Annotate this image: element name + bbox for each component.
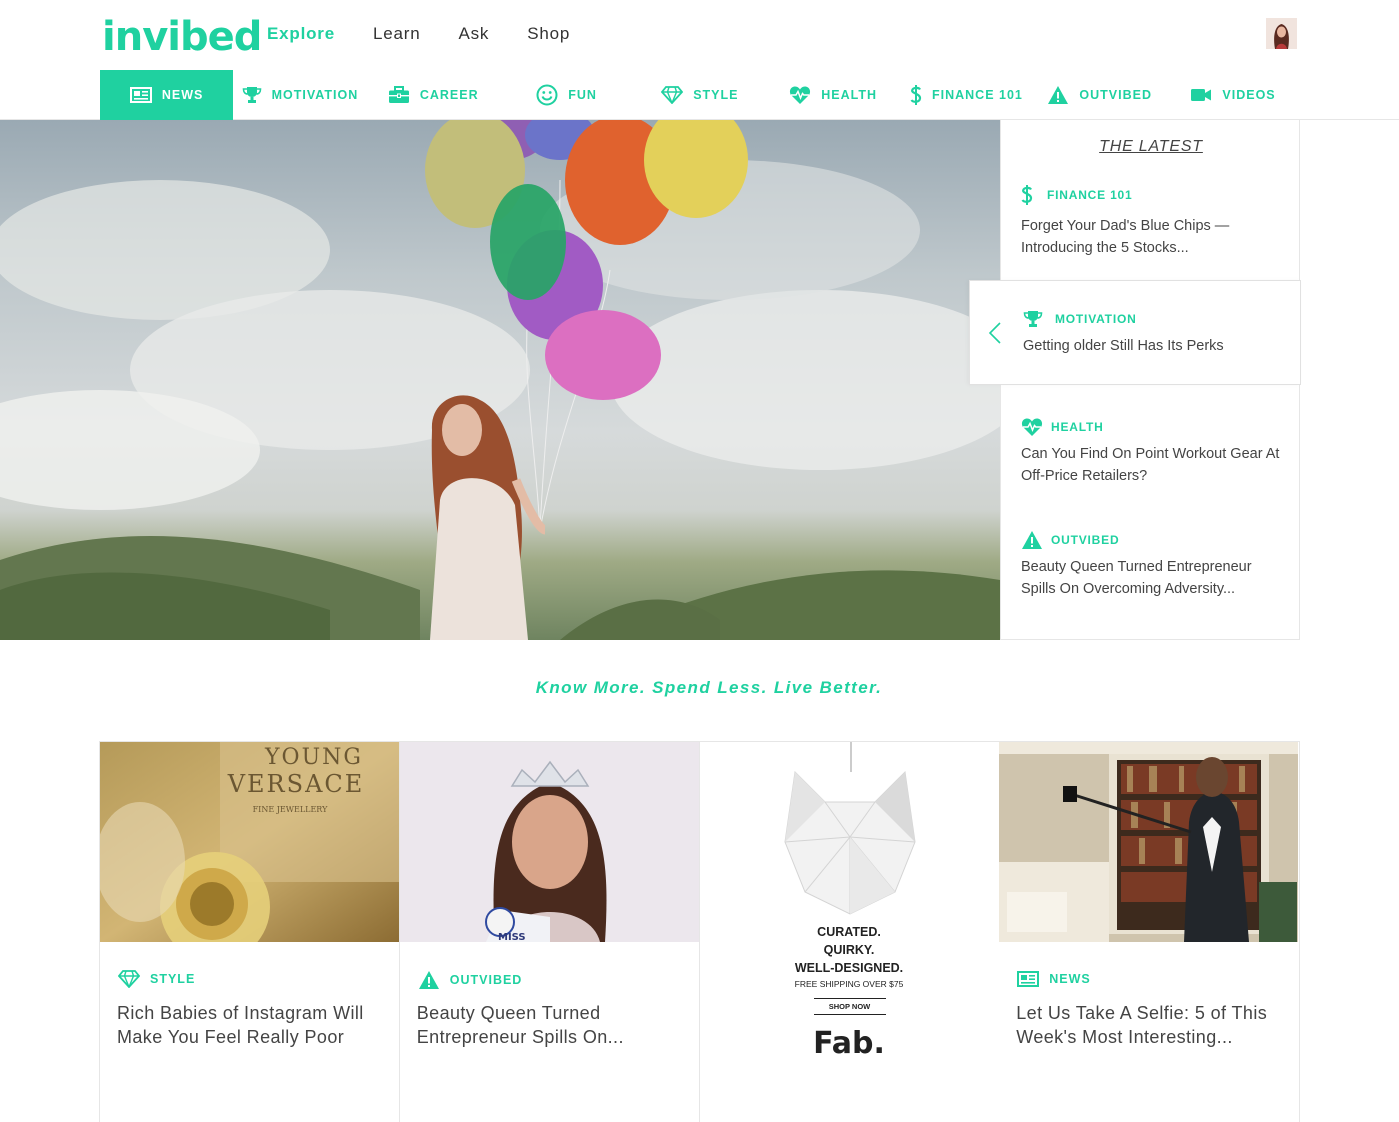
category-label: CAREER [419,88,479,102]
category-career[interactable]: CAREER [367,70,500,120]
ad-headline: QUIRKY. [823,943,875,957]
article-cards: YOUNG VERSACE FINE JEWELLERY STYLE Rich … [99,741,1300,1122]
heart-pulse-icon [790,86,811,104]
ad-shipping: FREE SHIPPING OVER $75 [794,979,904,989]
category-outvibed[interactable]: OUTVIBED [1033,70,1166,120]
article-image[interactable] [999,742,1299,942]
user-avatar[interactable] [1266,18,1297,49]
site-header: invibed Explore Learn Ask Shop NEWS MOTI… [0,0,1399,120]
chevron-left-icon[interactable] [988,321,1002,345]
diamond-icon [661,86,684,104]
latest-item[interactable]: OUTVIBED Beauty Queen Turned Entrepreneu… [1021,530,1286,600]
category-label: HEALTH [821,88,878,102]
category-label: MOTIVATION [271,88,359,102]
video-camera-icon [1191,89,1212,101]
image-text: VERSACE [227,770,365,798]
latest-title: THE LATEST [1099,138,1203,155]
latest-item-category: HEALTH [1051,420,1104,434]
category-label: FUN [568,88,597,102]
article-image[interactable]: YOUNG VERSACE FINE JEWELLERY [100,742,399,942]
card-title[interactable]: Beauty Queen Turned Entrepreneur Spills … [417,1001,689,1049]
advertisement[interactable]: CURATED. QUIRKY. WELL-DESIGNED. FREE SHI… [699,742,1000,1122]
hero-image[interactable] [0,120,1000,640]
category-videos[interactable]: VIDEOS [1166,70,1299,120]
category-label: NEWS [161,88,204,102]
image-text: MISS [498,932,526,942]
site-logo[interactable]: invibed [102,14,262,60]
newspaper-icon [129,87,152,103]
latest-item-title: Getting older Still Has Its Perks [1023,338,1224,354]
warning-icon [418,971,439,989]
article-card[interactable]: YOUNG VERSACE FINE JEWELLERY STYLE Rich … [100,742,400,1122]
latest-item-active[interactable]: MOTIVATION Getting older Still Has Its P… [969,280,1301,385]
geometric-cat-head-image [783,742,916,915]
trophy-icon [242,87,261,103]
article-card[interactable]: MISS OUTVIBED Beauty Queen Turned Entrep… [399,742,700,1122]
category-label: FINANCE 101 [931,88,1023,102]
card-title[interactable]: Rich Babies of Instagram Will Make You F… [117,1001,389,1049]
article-image[interactable]: MISS [399,742,699,942]
latest-item-category: OUTVIBED [1051,533,1120,547]
ad-headline: WELL-DESIGNED. [794,961,904,975]
category-news[interactable]: NEWS [100,70,234,120]
category-label: OUTVIBED [1079,88,1153,102]
category-label: VIDEOS [1222,88,1276,102]
latest-item-title: Can You Find On Point Workout Gear At Of… [1021,446,1280,484]
card-title[interactable]: Let Us Take A Selfie: 5 of This Week's M… [1016,1001,1288,1049]
nav-learn[interactable]: Learn [373,24,420,44]
category-nav: NEWS MOTIVATION CAREER FUN STYLE HEALTH … [100,70,1300,120]
category-fun[interactable]: FUN [500,70,633,120]
category-style[interactable]: STYLE [633,70,766,120]
ad-brand-logo: Fab. [813,1026,885,1061]
site-tagline: Know More. Spend Less. Live Better. [535,678,883,697]
latest-item-title: Forget Your Dad's Blue Chips — Introduci… [1021,218,1230,256]
dollar-icon [1021,185,1033,205]
dollar-icon [910,85,922,105]
card-category: OUTVIBED [449,973,523,987]
category-label: STYLE [693,88,739,102]
category-finance-101[interactable]: FINANCE 101 [900,70,1033,120]
image-text: YOUNG [264,745,363,770]
latest-item-category: MOTIVATION [1055,312,1137,326]
latest-item-category: FINANCE 101 [1047,188,1133,202]
briefcase-icon [388,86,409,103]
warning-icon [1048,86,1069,104]
latest-item[interactable]: HEALTH Can You Find On Point Workout Gea… [1021,417,1286,487]
trophy-icon [1023,311,1043,327]
nav-ask[interactable]: Ask [458,24,489,44]
card-category: STYLE [150,972,196,986]
category-motivation[interactable]: MOTIVATION [233,70,366,120]
ad-headline: CURATED. [817,925,881,939]
diamond-icon [118,970,140,988]
category-health[interactable]: HEALTH [766,70,899,120]
heart-pulse-icon [1021,418,1043,436]
fab-ad[interactable]: CURATED. QUIRKY. WELL-DESIGNED. FREE SHI… [699,742,999,1122]
newspaper-icon [1017,971,1040,987]
ad-shop-now-button[interactable]: SHOP NOW [813,998,886,1015]
latest-item-title: Beauty Queen Turned Entrepreneur Spills … [1021,559,1252,597]
latest-item[interactable]: FINANCE 101 Forget Your Dad's Blue Chips… [1021,184,1286,259]
image-text: FINE JEWELLERY [253,805,328,814]
nav-explore[interactable]: Explore [267,24,335,44]
article-card[interactable]: NEWS Let Us Take A Selfie: 5 of This Wee… [999,742,1299,1122]
card-category: NEWS [1049,972,1091,986]
warning-icon [1022,531,1042,549]
nav-shop[interactable]: Shop [527,24,570,44]
smiley-icon [536,84,558,106]
top-nav: Explore Learn Ask Shop [267,24,570,44]
